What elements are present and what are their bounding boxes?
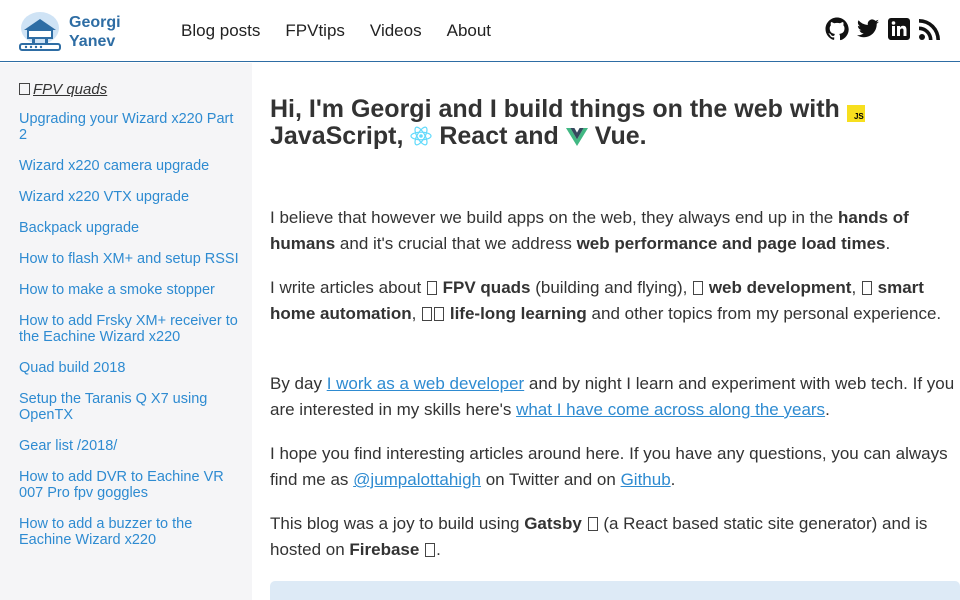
bold-text: Gatsby xyxy=(524,514,582,533)
sidebar-item[interactable]: How to flash XM+ and setup RSSI xyxy=(19,251,239,267)
nav-fpvtips[interactable]: FPVtips xyxy=(285,21,345,41)
emoji-icon xyxy=(422,307,433,321)
text: . xyxy=(670,470,676,489)
sidebar-item[interactable]: Setup the Taranis Q X7 using OpenTX xyxy=(19,391,239,423)
nav-blog-posts[interactable]: Blog posts xyxy=(181,21,260,41)
text: . xyxy=(885,234,891,253)
brand-first-name: Georgi xyxy=(69,14,121,31)
twitter-handle-link[interactable]: @jumpalottahigh xyxy=(353,470,481,489)
site-header: Georgi Yanev Blog posts FPVtips Videos A… xyxy=(0,0,960,62)
bold-text: FPV quads xyxy=(442,278,531,297)
emoji-icon xyxy=(861,281,872,295)
text: I believe that however we build apps on … xyxy=(270,208,838,227)
text: , xyxy=(411,304,422,323)
text: This blog was a joy to build using xyxy=(270,514,525,533)
brand-name[interactable]: Georgi Yanev xyxy=(69,13,121,51)
topics-paragraph: I write articles about FPV quads (buildi… xyxy=(270,275,960,327)
stack-paragraph: This blog was a joy to build using Gatsb… xyxy=(270,511,960,563)
contact-paragraph: I hope you find interesting articles aro… xyxy=(270,441,960,493)
bold-text: life-long learning xyxy=(449,304,587,323)
nav-videos[interactable]: Videos xyxy=(370,21,422,41)
work-paragraph: By day I work as a web developer and by … xyxy=(270,371,960,423)
text: . xyxy=(436,540,441,559)
sidebar-item[interactable]: How to add Frsky XM+ receiver to the Eac… xyxy=(19,313,239,345)
social-links xyxy=(818,17,942,41)
text: and other topics from my personal experi… xyxy=(586,304,942,323)
info-box xyxy=(270,581,960,600)
github-link[interactable]: Github xyxy=(621,470,671,489)
emoji-icon xyxy=(434,307,445,321)
skills-link[interactable]: what I have come across along the years xyxy=(516,400,825,419)
text: I write articles about xyxy=(270,278,426,297)
bold-text: web performance and page load times xyxy=(576,234,886,253)
sidebar-item[interactable]: Wizard x220 VTX upgrade xyxy=(19,189,239,205)
sidebar-item[interactable]: Quad build 2018 xyxy=(19,360,239,376)
sidebar-item[interactable]: Backpack upgrade xyxy=(19,220,239,236)
linkedin-icon[interactable] xyxy=(887,17,911,41)
emoji-icon xyxy=(426,281,437,295)
web-developer-link[interactable]: I work as a web developer xyxy=(327,374,525,393)
main-content: Hi, I'm Georgi and I build things on the… xyxy=(270,63,960,600)
sidebar-item[interactable]: Wizard x220 camera upgrade xyxy=(19,158,239,174)
intro-paragraph: I believe that however we build apps on … xyxy=(270,205,960,257)
text: , xyxy=(851,278,861,297)
sidebar-item[interactable]: How to add a buzzer to the Eachine Wizar… xyxy=(19,516,239,548)
twitter-icon[interactable] xyxy=(856,17,880,41)
sidebar-item[interactable]: How to make a smoke stopper xyxy=(19,282,239,298)
text: By day xyxy=(270,374,327,393)
hero-text-4: Vue. xyxy=(594,122,647,150)
emoji-icon xyxy=(693,281,704,295)
hero-text-1: Hi, I'm Georgi and I build things on the… xyxy=(270,95,840,123)
sidebar-list: Upgrading your Wizard x220 Part 2 Wizard… xyxy=(19,111,239,563)
vue-icon xyxy=(565,128,588,146)
emoji-icon xyxy=(587,517,598,531)
brand-last-name: Yanev xyxy=(69,33,116,50)
bold-text: web development xyxy=(708,278,852,297)
sidebar-item[interactable]: Upgrading your Wizard x220 Part 2 xyxy=(19,111,239,143)
nav-about[interactable]: About xyxy=(447,21,491,41)
text: . xyxy=(825,400,830,419)
sidebar-category: FPV quads xyxy=(19,81,107,98)
logo-icon[interactable] xyxy=(18,10,62,52)
bold-text: Firebase xyxy=(349,540,420,559)
react-icon xyxy=(410,126,432,146)
sidebar-item[interactable]: How to add DVR to Eachine VR 007 Pro fpv… xyxy=(19,469,239,501)
sidebar-item[interactable]: Gear list /2018/ xyxy=(19,438,239,454)
category-icon xyxy=(19,83,30,95)
emoji-icon xyxy=(425,543,436,557)
hero-text-2: JavaScript, xyxy=(270,122,404,150)
hero-heading: Hi, I'm Georgi and I build things on the… xyxy=(270,96,960,150)
sidebar: FPV quads Upgrading your Wizard x220 Par… xyxy=(0,63,252,600)
sidebar-category-link[interactable]: FPV quads xyxy=(33,81,107,98)
text: and it's crucial that we address xyxy=(335,234,577,253)
hero-text-3: React and xyxy=(439,122,559,150)
main-nav: Blog posts FPVtips Videos About xyxy=(181,21,516,41)
text: on Twitter and on xyxy=(481,470,621,489)
rss-icon[interactable] xyxy=(918,17,942,41)
javascript-icon: JS xyxy=(846,105,865,122)
text: (building and flying), xyxy=(530,278,693,297)
github-icon[interactable] xyxy=(825,17,849,41)
